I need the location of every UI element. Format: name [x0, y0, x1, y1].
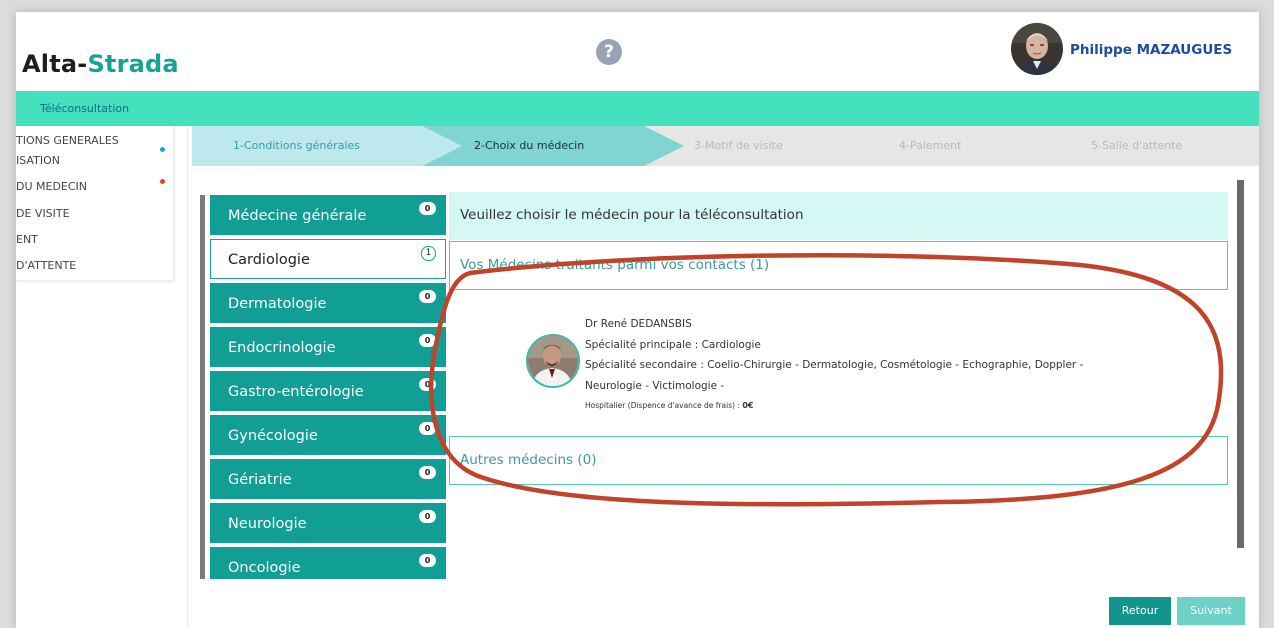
specialty-scrollbar[interactable] [200, 195, 205, 579]
doctor-fee: Hospitalier (Dispence d'avance de frais)… [585, 396, 1083, 417]
count-badge: 0 [419, 510, 436, 523]
step-4[interactable]: 4-Paiement [899, 126, 961, 166]
specialty-label: Gynécologie [228, 428, 318, 444]
other-doctors-section[interactable]: Autres médecins (0) [449, 436, 1228, 485]
count-badge: 0 [419, 466, 436, 479]
sidebar-item-label: DU MEDECIN [16, 180, 88, 193]
specialty-dermatologie[interactable]: Dermatologie 0 [210, 283, 446, 323]
status-dot-red [160, 179, 165, 184]
sidebar-item-paiement[interactable]: ENT [16, 233, 38, 246]
count-badge: 0 [419, 554, 436, 567]
step-1[interactable]: 1-Conditions générales [233, 126, 360, 166]
step-5[interactable]: 5-Salle d'attente [1091, 126, 1182, 166]
specialty-label: Gériatrie [228, 472, 292, 488]
fee-value: 0€ [742, 401, 754, 410]
nav-title[interactable]: Téléconsultation [40, 102, 129, 115]
section-label: Autres médecins (0) [460, 452, 597, 468]
sidebar-item-visualisation[interactable]: ISATION [16, 154, 60, 167]
specialty-label: Oncologie [228, 560, 301, 576]
top-nav-bar: Téléconsultation [16, 91, 1259, 126]
doctor-card[interactable]: Dr René DEDANSBIS Spécialité principale … [585, 314, 1083, 417]
count-badge: 1 [421, 246, 436, 261]
doctor-photo[interactable] [526, 334, 580, 388]
sidebar-item-label: D'ATTENTE [16, 259, 77, 272]
user-avatar[interactable] [1011, 23, 1063, 75]
next-button[interactable]: Suivant [1177, 597, 1245, 625]
specialty-label: Dermatologie [228, 296, 327, 312]
sidebar-steps: TIONS GENERALES ISATION DU MEDECIN DE VI… [16, 126, 174, 281]
step-2[interactable]: 2-Choix du médecin [474, 126, 584, 166]
specialty-gastro-enterologie[interactable]: Gastro-entérologie 0 [210, 371, 446, 411]
count-badge: 0 [419, 378, 436, 391]
step-3[interactable]: 3-Motif de visite [694, 126, 783, 166]
specialty-oncologie[interactable]: Oncologie 0 [210, 547, 446, 579]
specialty-label: Médecine générale [228, 208, 367, 224]
doctor-name: Dr René DEDANSBIS [585, 318, 692, 330]
app-window: Alta-Strada ? Philippe MAZAUGUES Télécon… [16, 12, 1259, 628]
sidebar-item-label: ISATION [16, 154, 60, 167]
status-dot-blue [160, 147, 165, 152]
main-scrollbar[interactable] [1237, 180, 1244, 548]
section-label: Vos Médecins traitants parmi vos contact… [460, 257, 770, 273]
logo-part2: Strada [87, 50, 179, 78]
count-badge: 0 [419, 422, 436, 435]
specialty-cardiologie[interactable]: Cardiologie 1 [210, 239, 446, 279]
sidebar-item-label: ENT [16, 233, 38, 246]
specialty-label: Cardiologie [228, 252, 310, 268]
specialty-neurologie[interactable]: Neurologie 0 [210, 503, 446, 543]
sidebar-item-salle[interactable]: D'ATTENTE [16, 259, 76, 272]
app-logo[interactable]: Alta-Strada [22, 50, 179, 78]
doctor-photo-image [528, 336, 578, 386]
doctor-secondary-specialty-cont: Neurologie - Victimologie - [585, 379, 725, 392]
sidebar-item-conditions[interactable]: TIONS GENERALES [16, 134, 119, 147]
sidebar-item-motif[interactable]: DE VISITE [16, 207, 70, 220]
sidebar-item-label: TIONS GENERALES [16, 134, 119, 147]
panel-title: Veuillez choisir le médecin pour la télé… [449, 192, 1228, 240]
user-name[interactable]: Philippe MAZAUGUES [1070, 42, 1232, 58]
fee-label: Hospitalier (Dispence d'avance de frais)… [585, 401, 743, 410]
count-badge: 0 [419, 334, 436, 347]
specialty-label: Endocrinologie [228, 340, 336, 356]
user-avatar-photo [1011, 23, 1063, 75]
specialty-list: Médecine générale 0 Cardiologie 1 Dermatol… [210, 195, 446, 579]
count-badge: 0 [419, 290, 436, 303]
specialty-gynecologie[interactable]: Gynécologie 0 [210, 415, 446, 455]
specialty-medecine-generale[interactable]: Médecine générale 0 [210, 195, 446, 235]
specialty-endocrinologie[interactable]: Endocrinologie 0 [210, 327, 446, 367]
count-badge: 0 [419, 202, 436, 215]
help-icon[interactable]: ? [596, 39, 622, 65]
step-progress: 1-Conditions générales 2-Choix du médeci… [192, 126, 1259, 166]
doctor-secondary-specialty: Spécialité secondaire : Coelio-Chirurgie… [585, 359, 1084, 371]
specialty-label: Gastro-entérologie [228, 384, 364, 400]
doctor-primary-specialty: Spécialité principale : Cardiologie [585, 338, 761, 351]
specialty-label: Neurologie [228, 516, 307, 532]
logo-part1: Alta- [22, 50, 88, 78]
specialty-geriatrie[interactable]: Gériatrie 0 [210, 459, 446, 499]
treating-doctors-section[interactable]: Vos Médecins traitants parmi vos contact… [449, 241, 1228, 290]
sidebar-item-medecin[interactable]: DU MEDECIN [16, 180, 87, 193]
back-button[interactable]: Retour [1109, 597, 1171, 625]
sidebar-item-label: DE VISITE [16, 207, 70, 220]
content-divider [187, 126, 188, 628]
